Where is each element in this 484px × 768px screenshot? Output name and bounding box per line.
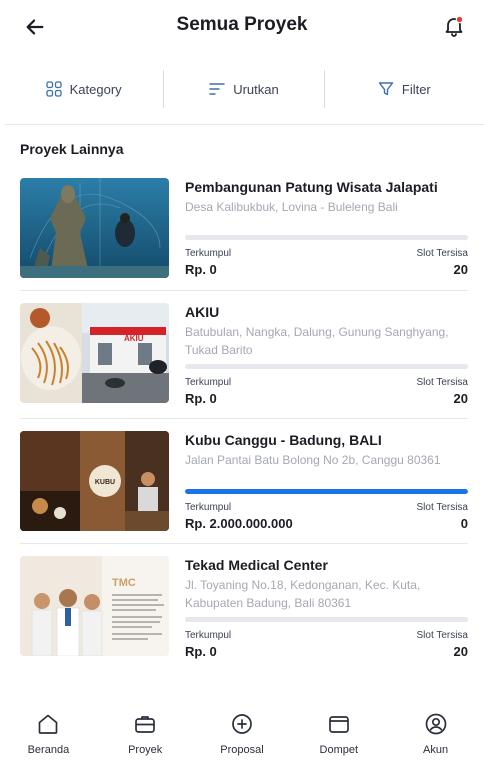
- nav-akun[interactable]: Akun: [387, 700, 484, 768]
- sort-label: Urutkan: [233, 81, 279, 97]
- tmc-logo: TMC: [112, 577, 136, 589]
- progress-fill: [185, 489, 468, 494]
- funding-progress-bar: [185, 489, 468, 494]
- nav-dompet[interactable]: Dompet: [290, 700, 387, 768]
- funding-progress-bar: [185, 364, 468, 369]
- project-card[interactable]: TMC Tekad Medical Center Jl. Toyaning No…: [20, 556, 468, 659]
- project-image: AKIU: [20, 303, 169, 403]
- project-address: Desa Kalibukbuk, Lovina - Buleleng Bali: [185, 200, 398, 214]
- slots-label: Slot Tersisa: [416, 630, 468, 641]
- collected-label: Terkumpul: [185, 248, 232, 259]
- project-address: Batubulan, Nangka, Dalung, Gunung Sanghy…: [185, 325, 449, 357]
- project-info: Pembangunan Patung Wisata Jalapati Desa …: [185, 178, 468, 216]
- project-address: Jalan Pantai Batu Bolong No 2b, Canggu 8…: [185, 453, 441, 467]
- collected-label: Terkumpul: [185, 502, 232, 513]
- kubu-logo: KUBU: [95, 479, 115, 486]
- section-title: Proyek Lainnya: [20, 141, 124, 157]
- user-icon: [425, 713, 446, 735]
- slots-remaining: 20: [453, 644, 468, 659]
- project-info: Kubu Canggu - Badung, BALI Jalan Pantai …: [185, 431, 468, 469]
- collected-amount: Rp. 2.000.000.000: [185, 516, 293, 531]
- divider: [20, 543, 468, 544]
- project-info: AKIU Batubulan, Nangka, Dalung, Gunung S…: [185, 303, 468, 359]
- slots-label: Slot Tersisa: [416, 377, 468, 388]
- slots-label: Slot Tersisa: [416, 502, 468, 513]
- nav-beranda[interactable]: Beranda: [0, 700, 97, 768]
- nav-label: Proyek: [128, 744, 163, 756]
- category-button[interactable]: Kategory: [4, 68, 163, 110]
- slots-remaining: 20: [453, 391, 468, 406]
- project-card[interactable]: Pembangunan Patung Wisata Jalapati Desa …: [20, 178, 468, 278]
- collected-amount: Rp. 0: [185, 262, 217, 277]
- nav-proposal[interactable]: Proposal: [194, 700, 291, 768]
- page-title: Semua Proyek: [176, 14, 308, 35]
- wallet-icon: [328, 716, 349, 733]
- project-name: Kubu Canggu - Badung, BALI: [185, 432, 382, 448]
- sort-button[interactable]: Urutkan: [164, 68, 323, 110]
- bottom-navigation: Beranda Proyek Proposal Dompet Akun: [0, 700, 484, 768]
- nav-label: Dompet: [319, 744, 359, 756]
- nav-label: Beranda: [27, 744, 70, 756]
- project-image: [20, 178, 169, 278]
- briefcase-icon: [135, 716, 156, 733]
- collected-label: Terkumpul: [185, 630, 232, 641]
- project-address: Jl. Toyaning No.18, Kedonganan, Kec. Kut…: [185, 578, 421, 610]
- nav-proyek[interactable]: Proyek: [97, 700, 194, 768]
- project-info: Tekad Medical Center Jl. Toyaning No.18,…: [185, 556, 468, 612]
- project-name: Pembangunan Patung Wisata Jalapati: [185, 179, 438, 195]
- notification-bell-icon[interactable]: [442, 14, 466, 38]
- project-image: KUBU: [20, 431, 169, 531]
- nav-label: Akun: [423, 744, 449, 756]
- project-card[interactable]: KUBU Kubu Canggu - Badung, BALI Jalan Pa…: [20, 431, 468, 531]
- collected-amount: Rp. 0: [185, 391, 217, 406]
- divider: [4, 124, 484, 125]
- home-icon: [39, 714, 58, 734]
- app-header: Semua Proyek: [0, 0, 484, 54]
- filter-label: Filter: [401, 81, 431, 97]
- project-name: AKIU: [185, 304, 220, 320]
- sort-icon: [209, 83, 225, 95]
- collected-label: Terkumpul: [185, 377, 232, 388]
- slots-label: Slot Tersisa: [416, 248, 468, 259]
- filter-icon: [378, 82, 394, 96]
- project-card[interactable]: AKIU AKIU Batubulan, Nangka, Dalung, Gun…: [20, 303, 468, 406]
- funding-progress-bar: [185, 617, 468, 622]
- collected-amount: Rp. 0: [185, 644, 217, 659]
- nav-label: Proposal: [220, 744, 264, 756]
- divider: [20, 290, 468, 291]
- project-name: Tekad Medical Center: [185, 557, 328, 573]
- grid-icon: [45, 81, 62, 97]
- plus-circle-icon: [232, 714, 252, 734]
- category-label: Kategory: [69, 81, 122, 97]
- funding-progress-bar: [185, 235, 468, 240]
- filter-button[interactable]: Filter: [325, 68, 484, 110]
- divider: [20, 418, 468, 419]
- project-image: TMC: [20, 556, 169, 656]
- filter-bar: Kategory Urutkan Filter: [4, 68, 484, 110]
- slots-remaining: 20: [453, 262, 468, 277]
- slots-remaining: 0: [460, 516, 468, 531]
- akiu-sign: AKIU: [124, 334, 144, 343]
